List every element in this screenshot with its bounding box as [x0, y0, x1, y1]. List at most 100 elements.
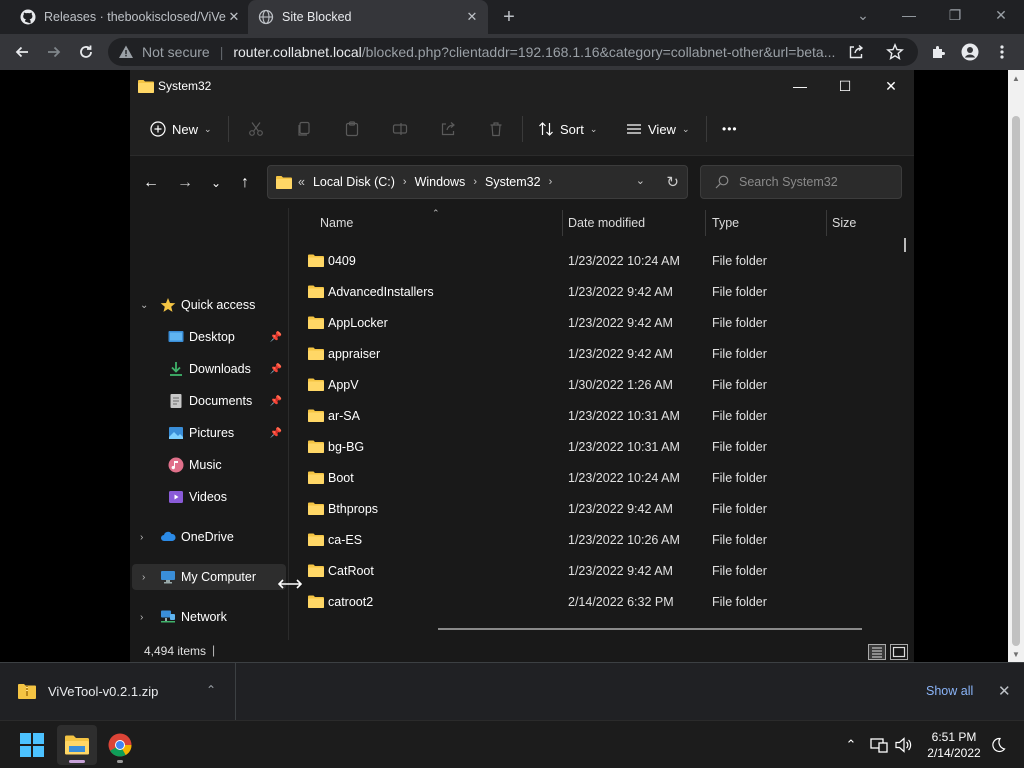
table-row[interactable]: ar-SA 1/23/2022 10:31 AM File folder	[290, 401, 910, 432]
delete-icon[interactable]	[486, 119, 506, 139]
breadcrumb-system32[interactable]: System32	[485, 175, 541, 189]
minimize-icon[interactable]: —	[886, 0, 932, 30]
paste-icon[interactable]	[342, 119, 362, 139]
refresh-icon[interactable]: ↻	[666, 173, 679, 191]
back-button[interactable]	[10, 40, 34, 64]
taskbar-clock[interactable]: 6:51 PM 2/14/2022	[920, 729, 988, 761]
pin-icon[interactable]: 📌	[270, 428, 282, 439]
pane-splitter[interactable]	[288, 208, 289, 640]
breadcrumb-windows[interactable]: Windows	[415, 175, 466, 189]
view-button[interactable]: View ⌄	[626, 116, 690, 142]
nav-item-pictures[interactable]: Pictures 📌	[130, 420, 286, 446]
table-row[interactable]: AdvancedInstallers 1/23/2022 9:42 AM File …	[290, 277, 910, 308]
restore-icon[interactable]: ❐	[932, 0, 978, 30]
breadcrumb-overflow[interactable]: «	[298, 175, 305, 189]
scrollbar-thumb[interactable]	[1012, 116, 1020, 646]
column-header-size[interactable]: Size	[832, 208, 856, 238]
taskbar-chrome[interactable]	[100, 725, 140, 765]
forward-button[interactable]	[42, 40, 66, 64]
chevron-up-icon[interactable]: ⌃	[206, 683, 216, 697]
more-options-button[interactable]: •••	[722, 116, 738, 142]
chevron-right-icon[interactable]: ›	[549, 176, 553, 188]
scroll-up-icon[interactable]: ▲	[1012, 74, 1020, 83]
nav-item-network[interactable]: › Network	[130, 604, 286, 630]
nav-item-documents[interactable]: Documents 📌	[130, 388, 286, 414]
show-all-link[interactable]: Show all	[926, 684, 973, 698]
address-dropdown-icon[interactable]: ⌄	[636, 174, 645, 187]
table-row[interactable]: ca-ES 1/23/2022 10:26 AM File folder	[290, 525, 910, 556]
close-window-icon[interactable]: ✕	[978, 0, 1024, 30]
nav-item-desktop[interactable]: Desktop 📌	[130, 324, 286, 350]
nav-item-music[interactable]: Music	[130, 452, 286, 478]
explorer-back-icon[interactable]: ←	[140, 172, 162, 194]
column-header-type[interactable]: Type	[712, 208, 739, 238]
new-button[interactable]: New ⌄	[150, 116, 212, 142]
address-bar[interactable]: Not secure | router.collabnet.local /blo…	[108, 38, 918, 66]
chevron-down-icon[interactable]: ⌄	[140, 300, 152, 311]
explorer-minimize-icon[interactable]: —	[777, 70, 823, 102]
table-row[interactable]: Bthprops 1/23/2022 9:42 AM File folder	[290, 494, 910, 525]
explorer-close-icon[interactable]: ✕	[868, 70, 914, 102]
quick-access-item[interactable]: ⌄ Quick access	[130, 292, 286, 318]
table-row[interactable]: bg-BG 1/23/2022 10:31 AM File folder	[290, 432, 910, 463]
nav-item-downloads[interactable]: Downloads 📌	[130, 356, 286, 382]
column-header-date[interactable]: Date modified	[568, 208, 645, 238]
share-icon[interactable]	[848, 44, 864, 60]
new-tab-button[interactable]: +	[498, 6, 520, 28]
explorer-address-bar[interactable]: « Local Disk (C:) › Windows › System32 ›…	[267, 165, 688, 199]
column-divider[interactable]	[562, 210, 563, 236]
column-header-name[interactable]: Name	[320, 208, 353, 238]
table-row[interactable]: catroot2 2/14/2022 6:32 PM File folder	[290, 587, 910, 618]
pin-icon[interactable]: 📌	[270, 364, 282, 375]
share-icon[interactable]	[438, 119, 458, 139]
bookmark-star-icon[interactable]	[886, 43, 904, 61]
table-row[interactable]: AppV 1/30/2022 1:26 AM File folder	[290, 370, 910, 401]
chevron-right-icon[interactable]: ›	[403, 176, 407, 188]
show-hidden-icons-chevron-icon[interactable]: ⌃	[842, 735, 860, 755]
tab-site-blocked[interactable]: Site Blocked ✕	[248, 0, 488, 34]
profile-avatar-icon[interactable]	[958, 40, 982, 64]
tiles-view-icon[interactable]	[890, 644, 908, 660]
pin-icon[interactable]: 📌	[270, 396, 282, 407]
up-folder-icon[interactable]: ↑	[234, 172, 256, 194]
chevron-right-icon[interactable]: ›	[140, 612, 152, 623]
horizontal-scrollbar[interactable]	[438, 628, 862, 630]
chevron-right-icon[interactable]: ›	[473, 176, 477, 188]
pin-icon[interactable]: 📌	[270, 332, 282, 343]
cut-icon[interactable]	[246, 119, 266, 139]
chevron-right-icon[interactable]: ›	[142, 572, 154, 583]
tab-releases[interactable]: Releases · thebookisclosed/ViVe ✕	[10, 0, 250, 34]
table-row[interactable]: 0409 1/23/2022 10:24 AM File folder	[290, 246, 910, 277]
column-divider[interactable]	[826, 210, 827, 236]
volume-icon[interactable]	[894, 735, 914, 755]
explorer-forward-icon[interactable]: →	[174, 172, 196, 194]
table-row[interactable]: Boot 1/23/2022 10:24 AM File folder	[290, 463, 910, 494]
rename-icon[interactable]	[390, 119, 410, 139]
breadcrumb-local-disk[interactable]: Local Disk (C:)	[313, 175, 395, 189]
start-button[interactable]	[12, 725, 52, 765]
close-shelf-icon[interactable]: ✕	[998, 682, 1011, 700]
nav-item-onedrive[interactable]: › OneDrive	[130, 524, 286, 550]
explorer-maximize-icon[interactable]: ☐	[822, 70, 868, 102]
nav-item-my-computer[interactable]: › My Computer	[132, 564, 286, 590]
extensions-icon[interactable]	[926, 40, 950, 64]
sort-button[interactable]: Sort ⌄	[538, 116, 597, 142]
explorer-search-box[interactable]: Search System32	[700, 165, 902, 199]
focus-assist-moon-icon[interactable]	[988, 735, 1008, 755]
table-row[interactable]: AppLocker 1/23/2022 9:42 AM File folder	[290, 308, 910, 339]
taskbar-file-explorer[interactable]	[57, 725, 97, 765]
details-view-icon[interactable]	[868, 644, 886, 660]
chevron-right-icon[interactable]: ›	[140, 532, 152, 543]
tab-close-icon[interactable]: ✕	[226, 9, 242, 25]
download-item[interactable]: ViVeTool-v0.2.1.zip ⌃	[0, 663, 236, 721]
reload-button[interactable]	[74, 40, 98, 64]
table-row[interactable]: CatRoot 1/23/2022 9:42 AM File folder	[290, 556, 910, 587]
nav-item-videos[interactable]: Videos	[130, 484, 286, 510]
tab-close-icon[interactable]: ✕	[464, 9, 480, 25]
network-tray-icon[interactable]	[869, 735, 889, 755]
recent-locations-icon[interactable]: ⌄	[205, 172, 227, 194]
copy-icon[interactable]	[294, 119, 314, 139]
scroll-down-icon[interactable]: ▼	[1012, 650, 1020, 659]
page-scrollbar[interactable]: ▲ ▼	[1008, 70, 1024, 662]
chrome-menu-icon[interactable]	[990, 40, 1014, 64]
